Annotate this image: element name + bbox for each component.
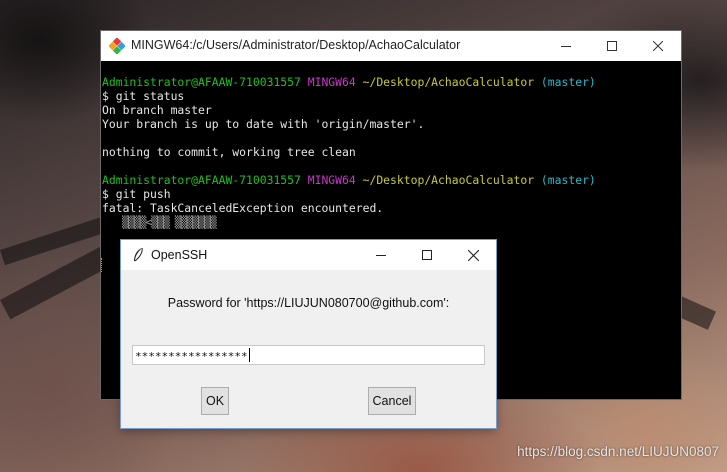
terminal-minimize-button[interactable] xyxy=(543,31,589,61)
prompt-branch: (master) xyxy=(540,173,596,187)
text-caret xyxy=(248,348,250,362)
feather-icon xyxy=(134,247,143,262)
dialog-titlebar[interactable]: OpenSSH xyxy=(121,240,496,270)
openssh-dialog[interactable]: OpenSSH Password for 'https://LIUJUN0807… xyxy=(121,240,496,428)
maximize-icon xyxy=(607,41,617,51)
prompt-path: ~/Desktop/AchaoCalculator xyxy=(362,75,535,89)
minimize-icon xyxy=(561,46,571,47)
terminal-title: MINGW64:/c/Users/Administrator/Desktop/A… xyxy=(131,38,461,52)
terminal-prompt-line: Administrator@AFAAW-710031557 MINGW64 ~/… xyxy=(101,173,681,187)
garbled-text: ▒▒▒▒<▒▒▒ ▒▒▒▒▒▒▒ xyxy=(122,215,217,229)
terminal-line: $ git push xyxy=(102,187,171,201)
password-masked-value: ***************** xyxy=(135,350,248,363)
minimize-icon xyxy=(376,255,386,256)
dialog-close-button[interactable] xyxy=(450,240,496,270)
ok-button-label: OK xyxy=(205,394,225,408)
terminal-close-button[interactable] xyxy=(635,31,681,61)
terminal-maximize-button[interactable] xyxy=(589,31,635,61)
terminal-garbled-line: ▒▒▒▒<▒▒▒ ▒▒▒▒▒▒▒ xyxy=(101,215,681,229)
blog-watermark: https://blog.csdn.net/LIUJUN0807 xyxy=(517,444,719,459)
prompt-env: MINGW64 xyxy=(307,173,356,187)
terminal-line: fatal: TaskCanceledException encountered… xyxy=(102,201,384,215)
password-prompt-label: Password for 'https://LIUJUN080700@githu… xyxy=(167,296,450,310)
terminal-cursor xyxy=(101,258,104,272)
prompt-branch: (master) xyxy=(540,75,596,89)
dialog-title: OpenSSH xyxy=(151,248,208,262)
terminal-line: Your branch is up to date with 'origin/m… xyxy=(102,117,425,131)
close-icon xyxy=(467,249,479,261)
prompt-path: ~/Desktop/AchaoCalculator xyxy=(362,173,535,187)
dialog-maximize-button[interactable] xyxy=(404,240,450,270)
maximize-icon xyxy=(422,250,432,260)
terminal-line: On branch master xyxy=(102,103,212,117)
prompt-user-host: Administrator@AFAAW-710031557 xyxy=(102,173,301,187)
cancel-button-label: Cancel xyxy=(372,394,412,408)
terminal-prompt-line: Administrator@AFAAW-710031557 MINGW64 ~/… xyxy=(101,75,681,89)
prompt-env: MINGW64 xyxy=(307,75,356,89)
prompt-user-host: Administrator@AFAAW-710031557 xyxy=(102,75,301,89)
close-icon xyxy=(653,41,663,51)
terminal-titlebar[interactable]: MINGW64:/c/Users/Administrator/Desktop/A… xyxy=(101,31,681,61)
password-input[interactable]: ***************** xyxy=(132,345,485,365)
cancel-button[interactable]: Cancel xyxy=(368,387,416,415)
terminal-line: nothing to commit, working tree clean xyxy=(102,145,356,159)
dialog-minimize-button[interactable] xyxy=(358,240,404,270)
ok-button[interactable]: OK xyxy=(201,387,229,415)
mingw-app-icon xyxy=(109,38,125,54)
terminal-line: $ git status xyxy=(102,89,185,103)
